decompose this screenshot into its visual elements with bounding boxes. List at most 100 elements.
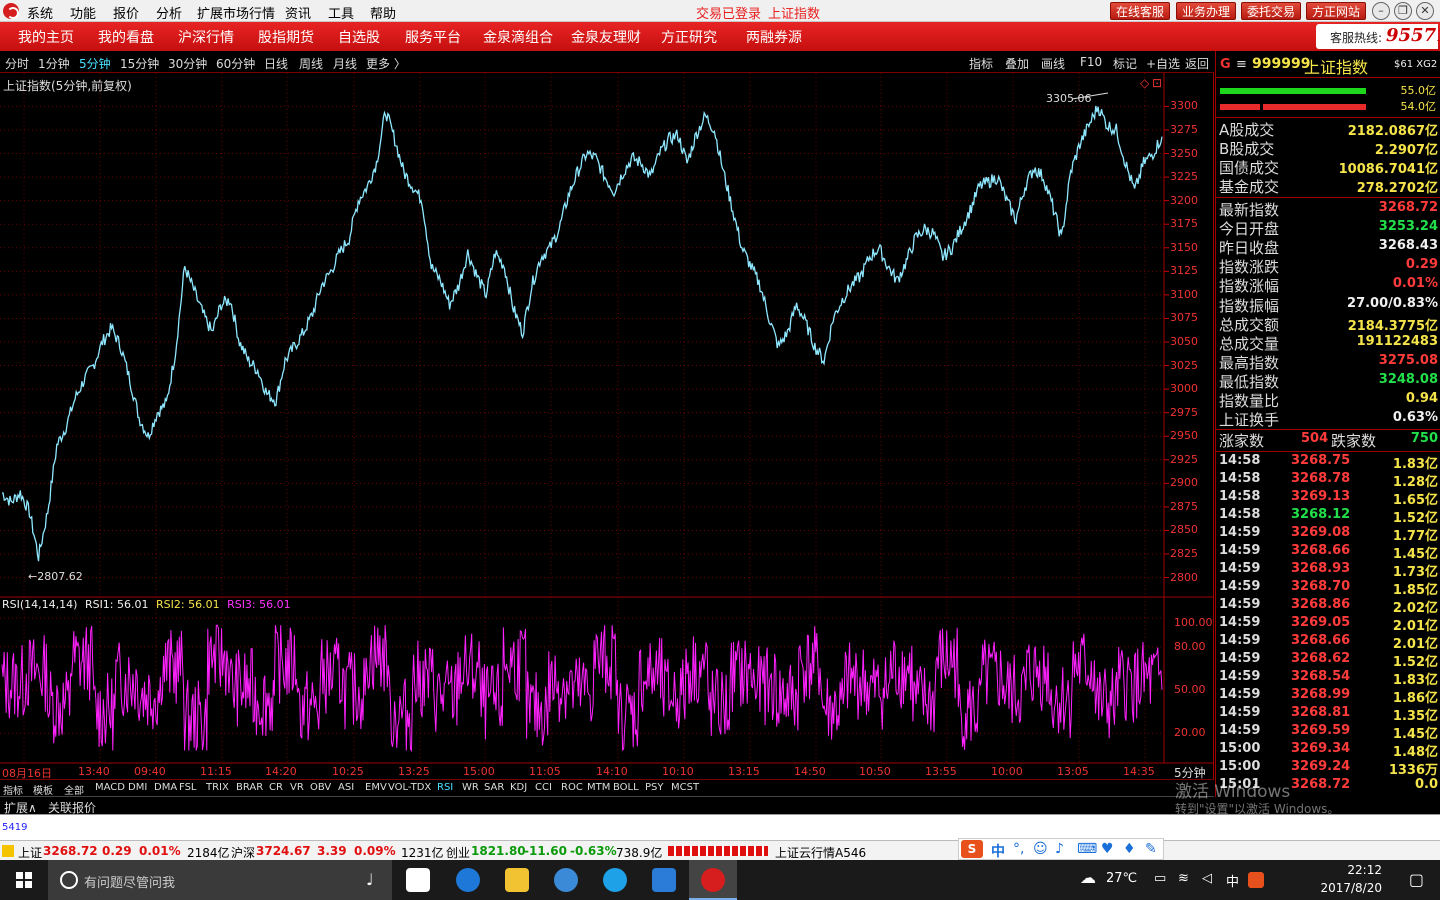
explorer-app[interactable] bbox=[493, 860, 541, 900]
indicator-tab-1[interactable]: 模板 bbox=[33, 782, 53, 797]
browser-app[interactable] bbox=[591, 860, 639, 900]
emoji-icon[interactable]: ☺ bbox=[1033, 841, 1048, 857]
start-button[interactable] bbox=[0, 860, 48, 900]
indicator-tab-2[interactable]: 全部 bbox=[64, 782, 84, 797]
store-app[interactable] bbox=[394, 860, 442, 900]
nav-index-futures[interactable]: 股指期货 bbox=[258, 27, 314, 47]
indicator-tab-dmi[interactable]: DMI bbox=[128, 782, 147, 793]
indicator-tab-trix[interactable]: TRIX bbox=[206, 782, 229, 793]
business-button[interactable]: 业务办理 bbox=[1176, 2, 1237, 20]
period-intraday[interactable]: 分时 bbox=[5, 55, 29, 72]
period-daily[interactable]: 日线 bbox=[264, 55, 288, 72]
sogou-icon[interactable]: S bbox=[961, 840, 983, 858]
sogou-tray-icon[interactable] bbox=[1248, 872, 1264, 888]
menu-news[interactable]: 资讯 bbox=[285, 3, 311, 22]
indicator-tab-kdj[interactable]: KDJ bbox=[510, 782, 527, 793]
clock-time[interactable]: 22:12 bbox=[1347, 863, 1382, 877]
command-input[interactable]: 5419 bbox=[2, 822, 27, 833]
indicator-tab-rsi[interactable]: RSI bbox=[437, 782, 453, 793]
nav-home[interactable]: 我的主页 bbox=[18, 27, 74, 47]
tool-mark[interactable]: 标记 bbox=[1113, 55, 1137, 72]
edge-app[interactable] bbox=[444, 860, 492, 900]
command-row[interactable]: 5419 bbox=[0, 814, 1440, 840]
tool-back[interactable]: 返回 bbox=[1185, 55, 1209, 72]
indicator-tab-macd[interactable]: MACD bbox=[95, 782, 125, 793]
indicator-tab-fsl[interactable]: FSL bbox=[179, 782, 197, 793]
nav-my-watch[interactable]: 我的看盘 bbox=[98, 27, 154, 47]
cloud-quote[interactable]: 上证云行情A546 bbox=[775, 844, 866, 861]
skin-icon[interactable]: ♥ bbox=[1101, 841, 1114, 857]
tray-ime[interactable]: 中 bbox=[1226, 871, 1239, 890]
period-15min[interactable]: 15分钟 bbox=[120, 55, 159, 72]
indicator-tab-boll[interactable]: BOLL bbox=[613, 782, 639, 793]
indicator-tab-dma[interactable]: DMA bbox=[154, 782, 177, 793]
period-more[interactable]: 更多 〉 bbox=[366, 55, 406, 72]
menu-function[interactable]: 功能 bbox=[70, 3, 96, 22]
indicator-tab-cr[interactable]: CR bbox=[269, 782, 283, 793]
indicator-tab-emv[interactable]: EMV bbox=[365, 782, 387, 793]
ime-mode[interactable]: 中 bbox=[991, 841, 1005, 861]
founder-app[interactable] bbox=[689, 860, 737, 900]
indicator-tab-wr[interactable]: WR bbox=[462, 782, 479, 793]
online-service-button[interactable]: 在线客服 bbox=[1110, 2, 1171, 20]
indicator-tab-mcst[interactable]: MCST bbox=[671, 782, 699, 793]
shirt-icon[interactable]: ♦ bbox=[1123, 841, 1136, 857]
tool-overlay[interactable]: 叠加 bbox=[1005, 55, 1029, 72]
volume-icon[interactable]: ◁ bbox=[1202, 871, 1212, 886]
indicator-tab-roc[interactable]: ROC bbox=[561, 782, 583, 793]
period-weekly[interactable]: 周线 bbox=[299, 55, 323, 72]
wrench-icon[interactable]: ✎ bbox=[1145, 841, 1157, 857]
microphone-icon[interactable]: ♩ bbox=[366, 870, 374, 889]
menu-lines-icon[interactable]: ≡ bbox=[1236, 57, 1247, 72]
indicator-tab-voltdx[interactable]: VOL-TDX bbox=[388, 782, 431, 793]
nav-research[interactable]: 方正研究 bbox=[661, 27, 717, 47]
diamond-icon[interactable]: ◇ bbox=[1140, 76, 1149, 90]
indicator-tab-psy[interactable]: PSY bbox=[645, 782, 664, 793]
period-30min[interactable]: 30分钟 bbox=[168, 55, 207, 72]
menu-system[interactable]: 系统 bbox=[27, 3, 53, 22]
menu-quote[interactable]: 报价 bbox=[113, 3, 139, 22]
keyboard-icon[interactable]: ⌨ bbox=[1077, 841, 1097, 857]
tool-indicator[interactable]: 指标 bbox=[969, 55, 993, 72]
website-button[interactable]: 方正网站 bbox=[1306, 2, 1367, 20]
menu-tools[interactable]: 工具 bbox=[328, 3, 354, 22]
indicator-tab-0[interactable]: 指标 bbox=[3, 782, 23, 797]
cloud-weather-icon[interactable]: ☁ bbox=[1080, 868, 1096, 887]
punctuation-icon[interactable]: °, bbox=[1013, 841, 1024, 857]
tool-add-watch[interactable]: +自选 bbox=[1146, 55, 1180, 72]
clock-date[interactable]: 2017/8/20 bbox=[1320, 881, 1382, 895]
indicator-tab-obv[interactable]: OBV bbox=[310, 782, 331, 793]
period-monthly[interactable]: 月线 bbox=[333, 55, 357, 72]
nav-watchlist[interactable]: 自选股 bbox=[338, 27, 380, 47]
period-5min[interactable]: 5分钟 bbox=[79, 55, 111, 72]
cortana-search[interactable]: 有问题尽管问我 ♩ bbox=[48, 860, 392, 900]
kline-chart[interactable] bbox=[0, 73, 1214, 779]
expand-icon[interactable]: ⊡ bbox=[1152, 76, 1162, 90]
menu-extended-market[interactable]: 扩展市场行情 bbox=[197, 3, 275, 22]
indicator-tab-cci[interactable]: CCI bbox=[535, 782, 552, 793]
restore-icon[interactable]: ❐ bbox=[1394, 2, 1412, 20]
indicator-tab-asi[interactable]: ASI bbox=[338, 782, 354, 793]
menu-help[interactable]: 帮助 bbox=[370, 3, 396, 22]
nav-margin-source[interactable]: 两融券源 bbox=[746, 27, 802, 47]
indicator-tab-mtm[interactable]: MTM bbox=[587, 782, 610, 793]
menu-analysis[interactable]: 分析 bbox=[156, 3, 182, 22]
weather-temp[interactable]: 27℃ bbox=[1106, 871, 1137, 886]
tool-draw[interactable]: 画线 bbox=[1041, 55, 1065, 72]
indicator-tab-sar[interactable]: SAR bbox=[484, 782, 504, 793]
trade-button[interactable]: 委托交易 bbox=[1241, 2, 1302, 20]
nav-portfolio[interactable]: 金泉滴组合 bbox=[483, 27, 553, 47]
search-input[interactable]: 有问题尽管问我 bbox=[84, 872, 175, 891]
battery-icon[interactable]: ▭ bbox=[1154, 871, 1166, 886]
ime-toolbar[interactable]: S 中 °, ☺ ♪ ⌨ ♥ ♦ ✎ bbox=[958, 838, 1164, 860]
notification-icon[interactable]: ▢ bbox=[1409, 870, 1424, 889]
minimize-icon[interactable]: – bbox=[1372, 2, 1390, 20]
period-60min[interactable]: 60分钟 bbox=[216, 55, 255, 72]
tool-f10[interactable]: F10 bbox=[1080, 55, 1102, 69]
word-app[interactable] bbox=[640, 860, 688, 900]
ie-app[interactable] bbox=[542, 860, 590, 900]
nav-service-platform[interactable]: 服务平台 bbox=[405, 27, 461, 47]
voice-icon[interactable]: ♪ bbox=[1055, 841, 1064, 857]
wifi-icon[interactable]: ≋ bbox=[1178, 871, 1189, 886]
period-1min[interactable]: 1分钟 bbox=[38, 55, 70, 72]
